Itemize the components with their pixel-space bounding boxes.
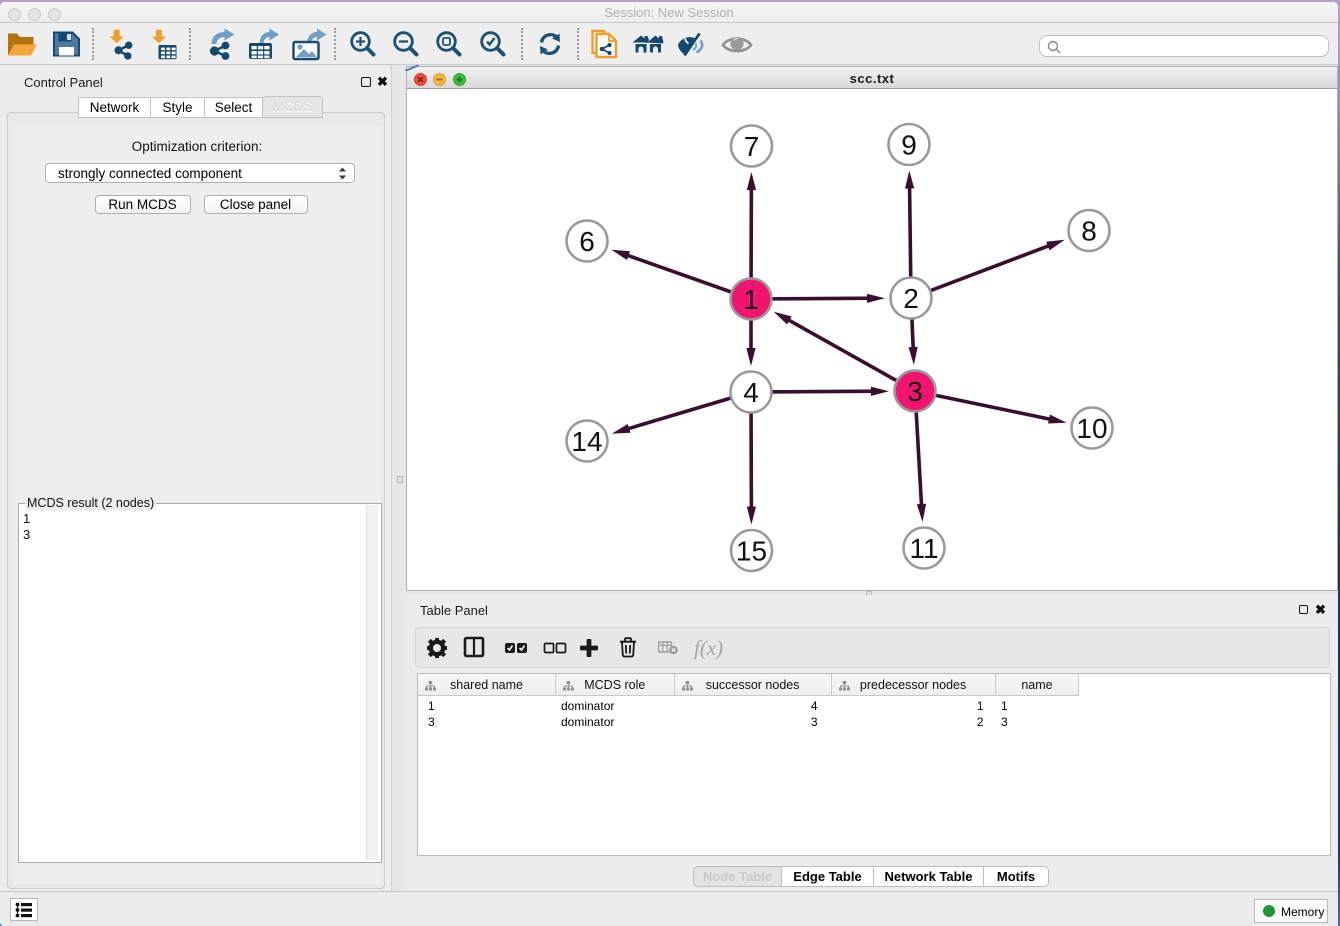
svg-text:3: 3: [907, 376, 923, 407]
svg-text:8: 8: [1081, 216, 1097, 247]
svg-text:15: 15: [736, 536, 767, 567]
svg-text:14: 14: [571, 426, 602, 457]
svg-text:6: 6: [579, 226, 595, 257]
svg-text:7: 7: [744, 131, 760, 162]
svg-text:9: 9: [901, 130, 917, 161]
svg-text:11: 11: [909, 533, 938, 564]
svg-text:1: 1: [743, 284, 759, 315]
svg-text:4: 4: [743, 377, 759, 408]
svg-text:10: 10: [1076, 413, 1107, 444]
svg-text:2: 2: [903, 283, 919, 314]
